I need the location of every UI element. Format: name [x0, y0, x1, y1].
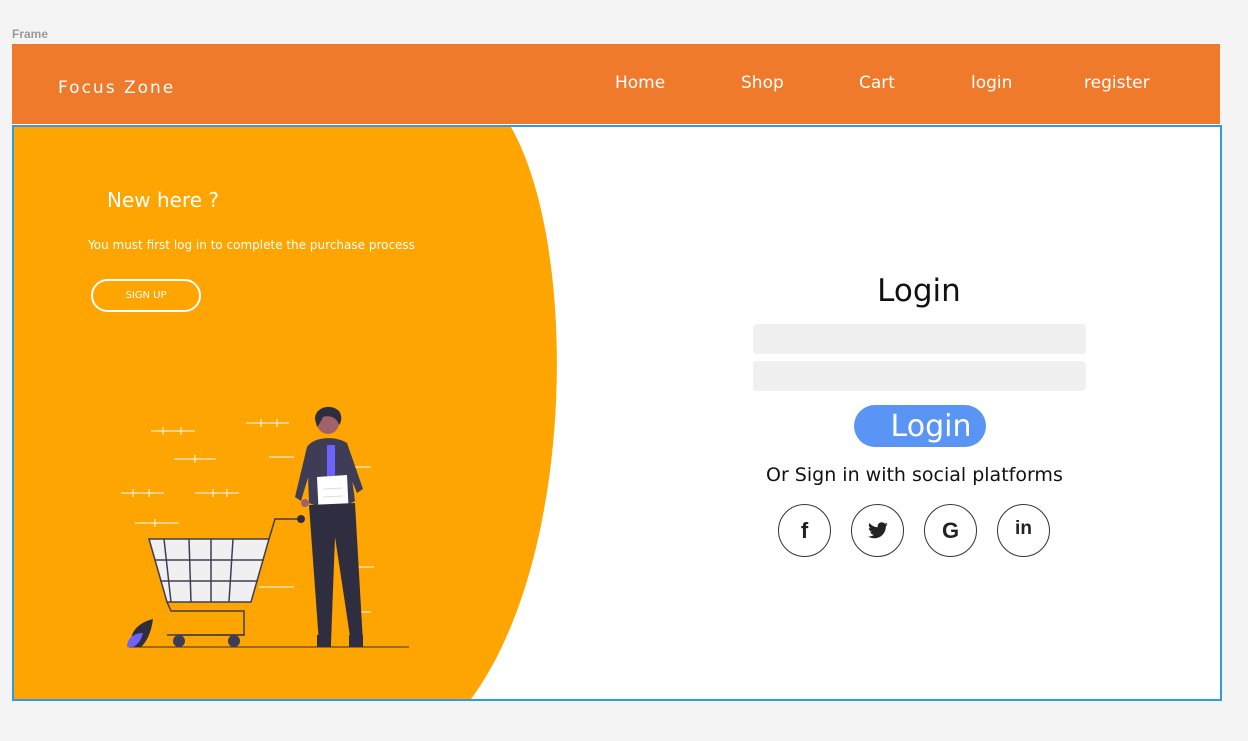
facebook-icon: f [800, 517, 809, 543]
page-frame: Focus Zone Home Shop Cart login register… [12, 44, 1222, 701]
login-content-area: New here ? You must first log in to comp… [12, 125, 1222, 701]
linkedin-button[interactable]: in [997, 504, 1050, 557]
linkedin-icon: in [1015, 517, 1032, 539]
login-button[interactable]: Login [854, 405, 986, 447]
login-title: Login [877, 273, 961, 309]
nav-home[interactable]: Home [615, 73, 665, 93]
google-button[interactable]: G [924, 504, 977, 557]
twitter-icon [867, 521, 888, 538]
social-login-text: Or Sign in with social platforms [766, 464, 1063, 486]
welcome-title: New here ? [107, 188, 220, 212]
google-icon: G [941, 517, 960, 543]
welcome-text: You must first log in to complete the pu… [88, 238, 415, 252]
nav-shop[interactable]: Shop [741, 73, 784, 93]
brand-logo-text[interactable]: Focus Zone [58, 78, 175, 98]
shopping-cart-illustration [121, 406, 409, 648]
frame-label: Frame [12, 27, 49, 41]
top-navbar: Focus Zone Home Shop Cart login register [12, 44, 1220, 124]
nav-cart[interactable]: Cart [859, 73, 895, 93]
twitter-button[interactable] [851, 504, 904, 557]
facebook-button[interactable]: f [778, 504, 831, 557]
nav-login[interactable]: login [971, 73, 1012, 93]
nav-register[interactable]: register [1084, 73, 1150, 93]
username-field[interactable] [753, 324, 1086, 354]
password-field[interactable] [753, 361, 1086, 391]
signup-button[interactable]: SIGN UP [91, 279, 201, 312]
